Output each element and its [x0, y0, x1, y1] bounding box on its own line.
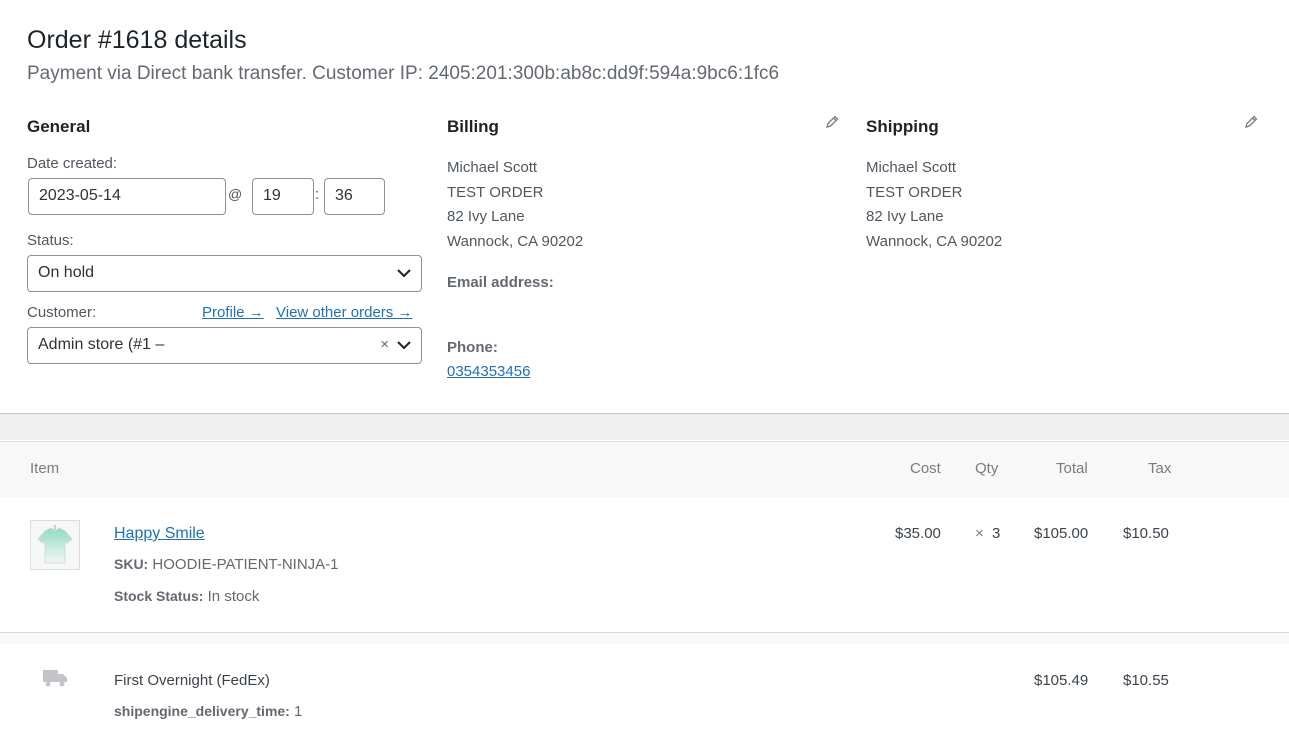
column-header-tax: Tax — [1148, 460, 1172, 477]
customer-profile-link[interactable]: Profile → — [202, 304, 264, 321]
clear-customer-icon[interactable]: × — [380, 328, 389, 362]
column-header-cost: Cost — [910, 460, 941, 477]
shipping-address-line: Michael Scott — [866, 159, 957, 176]
edit-shipping-pencil-icon[interactable] — [1244, 115, 1258, 129]
date-created-input[interactable]: 2023-05-14 — [28, 178, 226, 215]
shipping-address: Michael Scott TEST ORDER 82 Ivy Lane Wan… — [866, 156, 1002, 254]
shipping-heading: Shipping — [866, 117, 939, 136]
billing-heading: Billing — [447, 117, 499, 136]
column-header-total: Total — [1056, 460, 1088, 477]
truck-icon — [43, 670, 67, 687]
time-separator: : — [315, 186, 320, 203]
product-qty: 3 — [992, 525, 1001, 542]
qty-multiplier-symbol: × — [975, 525, 984, 542]
shipping-meta: shipengine_delivery_time: 1 — [114, 703, 302, 720]
at-symbol: @ — [228, 186, 243, 202]
billing-phone-label: Phone: — [447, 339, 498, 356]
view-other-orders-link[interactable]: View other orders → — [276, 304, 412, 321]
shipping-address-line: TEST ORDER — [866, 183, 963, 201]
product-thumbnail — [30, 520, 80, 570]
row-gap — [0, 633, 1289, 644]
edit-billing-pencil-icon[interactable] — [825, 115, 839, 129]
shipping-method-name: First Overnight (FedEx) — [114, 672, 270, 689]
general-heading: General — [27, 117, 91, 136]
order-subtitle: Payment via Direct bank transfer. Custom… — [27, 63, 780, 84]
product-tax: $10.50 — [1123, 525, 1169, 542]
sku-label: SKU: — [114, 556, 149, 572]
product-stock-status: Stock Status: In stock — [114, 588, 259, 605]
product-cost: $35.00 — [895, 525, 941, 542]
date-created-label: Date created: — [27, 155, 118, 172]
order-title: Order #1618 details — [27, 26, 247, 54]
hour-input[interactable]: 19 — [252, 178, 314, 215]
product-sku: SKU: HOODIE-PATIENT-NINJA-1 — [114, 556, 339, 573]
billing-address-line: TEST ORDER — [447, 183, 544, 201]
status-select-value: On hold — [38, 264, 95, 281]
shipping-total: $105.49 — [1034, 672, 1089, 689]
customer-select-value: Admin store (#1 – — [38, 336, 165, 353]
column-header-qty: Qty — [975, 460, 999, 477]
status-label: Status: — [27, 232, 74, 249]
chevron-down-icon — [397, 269, 411, 278]
shirt-thumbnail-icon — [37, 525, 73, 564]
customer-label: Customer: — [27, 304, 97, 321]
items-table-header — [0, 441, 1289, 497]
billing-phone-link[interactable]: 0354353456 — [447, 363, 530, 380]
billing-address-line: Michael Scott — [447, 159, 538, 176]
shipping-meta-value: 1 — [294, 703, 303, 720]
billing-address-line: Wannock, CA 90202 — [447, 232, 584, 250]
billing-address: Michael Scott TEST ORDER 82 Ivy Lane Wan… — [447, 156, 583, 254]
billing-address-line: 82 Ivy Lane — [447, 208, 525, 225]
shipping-address-line: 82 Ivy Lane — [866, 208, 944, 225]
shipping-meta-label: shipengine_delivery_time: — [114, 703, 290, 719]
stock-status-label: Stock Status: — [114, 588, 204, 604]
billing-email-label: Email address: — [447, 274, 554, 291]
minute-input[interactable]: 36 — [324, 178, 385, 215]
shipping-tax: $10.55 — [1123, 672, 1169, 689]
section-band — [0, 414, 1289, 440]
customer-select[interactable]: Admin store (#1 – × — [27, 327, 422, 364]
status-select[interactable]: On hold — [27, 255, 422, 292]
product-total: $105.00 — [1034, 525, 1089, 542]
sku-value: HOODIE-PATIENT-NINJA-1 — [152, 556, 339, 573]
column-header-item: Item — [30, 460, 60, 477]
chevron-down-icon — [397, 341, 411, 350]
product-name-link[interactable]: Happy Smile — [114, 525, 205, 543]
shipping-address-line: Wannock, CA 90202 — [866, 232, 1003, 250]
stock-status-value: In stock — [207, 588, 260, 605]
